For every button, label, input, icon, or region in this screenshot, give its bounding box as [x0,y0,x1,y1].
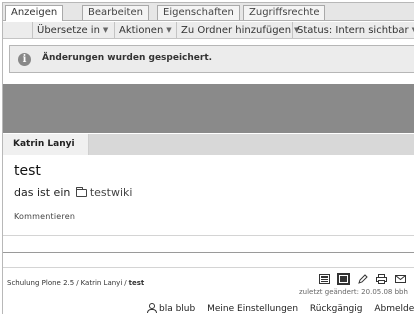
comment-button[interactable]: Kommentieren [14,212,75,221]
preferences-link[interactable]: Meine Einstellungen [207,304,298,314]
user-icon [147,303,157,313]
portlet-strip [89,134,414,155]
breadcrumb: Schulung Plone 2.5/Katrin Lanyi / test [7,279,144,287]
content-actions: Übersetze in ▼ Aktionen ▼ Zu Ordner hinzuf… [3,22,414,39]
portal-message: i Änderungen wurden gespeichert. [9,45,414,73]
edit-icon[interactable] [357,274,368,284]
divider [3,235,414,236]
translate-menu[interactable]: Übersetze in ▼ [32,22,112,39]
user-name: bla blub [159,304,196,314]
content-views: Anzeigen Bearbeiten Eigenschaften Zugrif… [3,3,414,21]
user-folder-tab[interactable]: Katrin Lanyi [3,134,89,155]
breadcrumb-separator: / [124,279,127,287]
logout-link[interactable]: Abmelden [374,304,414,314]
view-icon[interactable] [319,274,330,284]
breadcrumb-item-user[interactable]: Katrin Lanyi [81,279,123,287]
folder-icon [75,187,87,197]
actions-menu-label: Aktionen [119,25,164,36]
actions-menu[interactable]: Aktionen ▼ [114,22,176,39]
last-modified: zuletzt geändert: 20.05.08 bbh [299,288,408,296]
document-title: test [14,163,41,179]
send-icon[interactable] [395,274,407,284]
tab-anzeigen[interactable]: Anzeigen [5,5,64,21]
document-actions [319,273,414,285]
divider [3,267,414,268]
add-to-folder-label: Zu Ordner hinzufügen [181,25,292,36]
divider [3,252,414,253]
view-selected-icon[interactable] [337,273,351,285]
print-icon[interactable] [376,274,388,284]
breadcrumb-item-site[interactable]: Schulung Plone 2.5 [7,279,74,287]
status-label: Status: Intern sichtbar [297,25,409,36]
document-body: das ist ein testwiki [14,186,132,199]
undo-link[interactable]: Rückgängig [310,304,363,314]
chevron-down-icon: ▼ [166,26,172,34]
testwiki-link[interactable]: testwiki [90,186,133,199]
chevron-down-icon: ▼ [102,26,109,34]
tab-eigenschaften[interactable]: Eigenschaften [157,5,240,20]
tab-bearbeiten[interactable]: Bearbeiten [82,5,149,20]
translate-menu-label: Übersetze in [37,25,100,36]
breadcrumb-separator: / [76,279,79,287]
info-icon: i [18,53,31,66]
plone-window: Anzeigen Bearbeiten Eigenschaften Zugrif… [2,2,414,314]
document-body-text: das ist ein [14,186,71,199]
breadcrumb-item-current: test [128,279,145,287]
personal-bar: bla blub Meine Einstellungen Rückgängig … [147,303,414,314]
add-to-folder-menu[interactable]: Zu Ordner hinzufügen ▼ [176,22,303,39]
header-banner [3,84,414,133]
portal-message-text: Änderungen wurden gespeichert. [42,53,213,63]
status-menu[interactable]: Status: Intern sichtbar▼ [292,22,414,39]
tab-zugriffsrechte[interactable]: Zugriffsrechte [243,5,326,20]
user-link[interactable]: bla blub [147,303,196,314]
